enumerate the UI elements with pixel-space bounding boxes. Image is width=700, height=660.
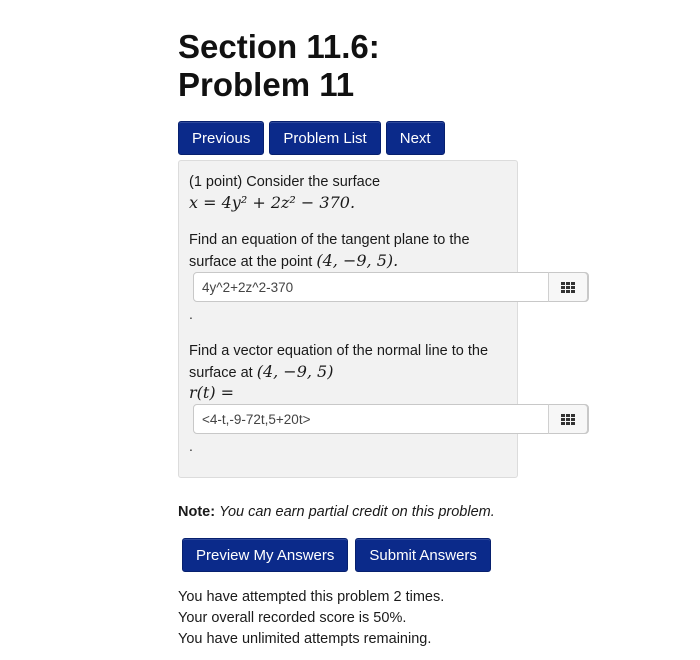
question-2-line-1: Find a vector equation of the normal lin…	[189, 343, 489, 359]
previous-button[interactable]: Previous	[178, 121, 265, 155]
attempts-text: You have attempted this problem 2 times.	[178, 589, 445, 605]
separator-dot-2: .	[189, 438, 193, 454]
separator-dot-1: .	[189, 306, 193, 322]
problem-nav: Previous Problem List Next	[178, 121, 445, 155]
attempt-status: You have attempted this problem 2 times.…	[178, 587, 444, 650]
submit-answers-button[interactable]: Submit Answers	[355, 538, 491, 572]
next-button[interactable]: Next	[385, 121, 445, 155]
note-label: Note:	[178, 504, 216, 520]
question-2-line-2: surface at (4, −9, 5)	[189, 362, 333, 383]
title-line-1: Section 11.6:	[178, 28, 380, 65]
question-2-prefix: surface at	[189, 365, 253, 381]
normal-line-answer-field[interactable]	[193, 404, 589, 434]
problem-list-button[interactable]: Problem List	[269, 121, 381, 155]
answer-actions: Preview My Answers Submit Answers	[182, 538, 491, 572]
question-1-line-1: Find an equation of the tangent plane to…	[189, 232, 470, 248]
normal-line-input[interactable]	[194, 405, 550, 433]
title-line-2: Problem 11	[178, 66, 355, 103]
question-1-prefix: surface at the point	[189, 254, 313, 270]
problem-intro: (1 point) Consider the surface	[189, 174, 381, 190]
keyboard-icon[interactable]	[548, 404, 588, 434]
vector-label: r(t) =	[189, 383, 235, 402]
question-1-line-2: surface at the point (4, −9, 5).	[189, 251, 398, 272]
keyboard-icon[interactable]	[548, 272, 588, 302]
surface-equation: x = 4y² + 2z² − 370.	[189, 193, 356, 212]
preview-answers-button[interactable]: Preview My Answers	[182, 538, 349, 572]
partial-credit-note: Note: You can earn partial credit on thi…	[178, 504, 495, 520]
tangent-plane-input[interactable]	[194, 273, 550, 301]
normal-point: (4, −9, 5)	[256, 362, 334, 381]
tangent-point: (4, −9, 5).	[316, 251, 399, 270]
page-title: Section 11.6: Problem 11	[178, 28, 528, 104]
tangent-plane-answer-field[interactable]	[193, 272, 589, 302]
note-text: You can earn partial credit on this prob…	[219, 504, 495, 520]
remaining-text: You have unlimited attempts remaining.	[178, 631, 432, 647]
score-text: Your overall recorded score is 50%.	[178, 610, 407, 626]
